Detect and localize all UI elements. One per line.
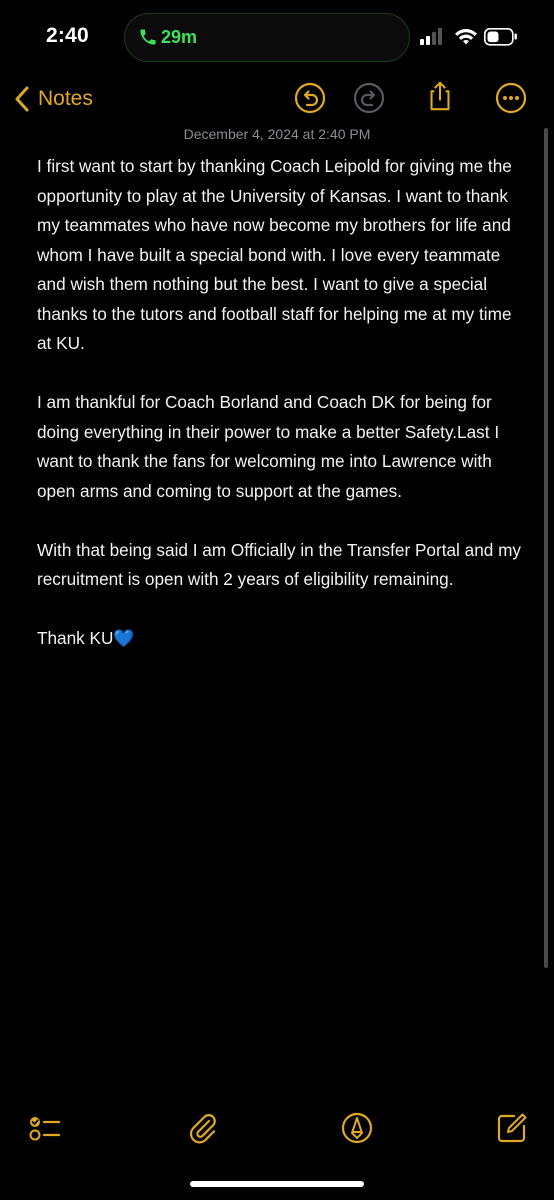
note-paragraph: With that being said I am Officially in … bbox=[37, 539, 522, 590]
undo-icon[interactable] bbox=[294, 82, 326, 114]
more-icon[interactable] bbox=[495, 82, 527, 114]
phone-icon bbox=[140, 29, 156, 45]
checklist-icon[interactable] bbox=[26, 1110, 62, 1146]
compose-icon[interactable] bbox=[494, 1110, 530, 1146]
note-closing: Thank KU💙 bbox=[37, 624, 527, 654]
scrollbar[interactable] bbox=[544, 128, 548, 968]
call-duration: 29m bbox=[161, 27, 198, 47]
note-body[interactable]: I first want to start by thanking Coach … bbox=[37, 152, 527, 683]
blue-heart-emoji: 💙 bbox=[113, 628, 135, 648]
redo-icon[interactable] bbox=[353, 82, 385, 114]
back-button[interactable]: Notes bbox=[14, 82, 93, 116]
paperclip-icon[interactable] bbox=[184, 1110, 220, 1146]
closing-text: Thank KU bbox=[37, 628, 114, 648]
note-date: December 4, 2024 at 2:40 PM bbox=[183, 126, 371, 142]
cellular-signal-icon bbox=[420, 28, 442, 45]
status-time: 2:40 bbox=[46, 24, 89, 47]
chevron-left-icon bbox=[15, 86, 29, 112]
note-paragraph: I first want to start by thanking Coach … bbox=[37, 156, 512, 353]
share-icon[interactable] bbox=[424, 80, 456, 112]
battery-icon bbox=[484, 28, 517, 46]
note-paragraph: I am thankful for Coach Borland and Coac… bbox=[37, 392, 500, 501]
home-indicator[interactable] bbox=[190, 1181, 364, 1187]
status-icons bbox=[420, 27, 530, 47]
markup-pen-icon[interactable] bbox=[339, 1110, 375, 1146]
back-label: Notes bbox=[38, 87, 93, 110]
wifi-icon bbox=[455, 29, 477, 45]
active-call-pill[interactable]: 29m bbox=[124, 13, 410, 62]
